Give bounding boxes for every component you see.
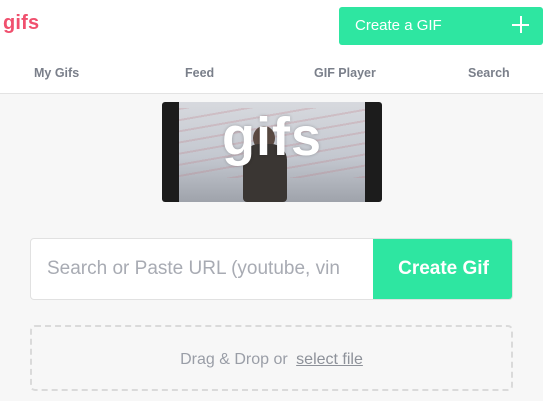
create-gif-label: Create a GIF [355,17,442,34]
nav-item-feed[interactable]: Feed [185,66,214,80]
nav-item-gif-player[interactable]: GIF Player [314,66,376,80]
logo[interactable]: gifs [3,12,39,35]
hero-banner: gifs [162,102,382,202]
search-form: Create Gif [30,238,513,300]
plus-icon [512,16,529,33]
select-file-link[interactable]: select file [296,351,363,368]
nav-item-my-gifs[interactable]: My Gifs [34,66,79,80]
dropzone-text-line: Drag & Drop or select file [32,351,511,369]
create-gif-submit-button[interactable]: Create Gif [373,239,512,299]
file-dropzone[interactable]: Drag & Drop or select file [30,325,513,391]
create-gif-button[interactable]: Create a GIF [339,7,543,45]
dropzone-text: Drag & Drop or [180,351,288,368]
url-search-input[interactable] [31,239,373,299]
top-bar: gifs Create a GIF My Gifs Feed GIF Playe… [0,0,543,94]
nav-item-search[interactable]: Search [468,66,510,80]
hero-title: gifs [221,107,322,167]
